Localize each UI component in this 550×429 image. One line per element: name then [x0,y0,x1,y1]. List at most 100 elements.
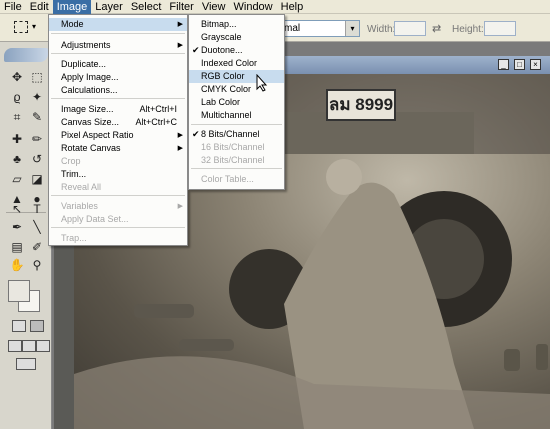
image-menu-item-duplicate[interactable]: Duplicate... [49,58,187,71]
style-select-value: mal [284,23,301,34]
menu-item-label: Bitmap... [201,19,237,29]
lasso-tool-icon[interactable]: ϱ [8,88,26,106]
menu-item-label: Duplicate... [61,59,107,69]
mode-menu-item-grayscale[interactable]: Grayscale [189,31,284,44]
screen-mode-3-icon[interactable] [36,340,50,352]
image-menu-item-mode[interactable]: Mode ▶ [49,18,187,31]
menu-item-label: Reveal All [61,182,102,192]
menu-item-label: Trap... [61,233,87,243]
width-field[interactable] [394,21,426,36]
path-select-icon[interactable]: ↖ [8,200,26,218]
menu-view[interactable]: View [198,0,230,14]
mode-menu-item-rgb-color[interactable]: RGB Color [189,70,284,83]
submenu-arrow-icon: ▶ [177,145,183,152]
move-tool-icon[interactable]: ✥ [8,68,26,86]
image-menu-item-pixel-aspect-ratio[interactable]: Pixel Aspect Ratio ▶ [49,129,187,142]
standard-mode-icon[interactable] [12,320,26,332]
menu-window[interactable]: Window [230,0,277,14]
menu-item-shortcut: Alt+Ctrl+C [135,117,177,127]
image-menu-item-image-size[interactable]: Image Size... Alt+Ctrl+I [49,103,187,116]
mode-menu-item-8-bits-channel[interactable]: ✔ 8 Bits/Channel [189,128,284,141]
image-menu-item-calculations[interactable]: Calculations... [49,84,187,97]
foreground-color-swatch[interactable] [8,280,30,302]
mode-menu-item-cmyk-color[interactable]: CMYK Color [189,83,284,96]
menu-item-label: Pixel Aspect Ratio [61,130,134,140]
quick-mask-icon[interactable] [30,320,44,332]
hand-tool-icon[interactable]: ✋ [8,256,26,274]
menu-file[interactable]: File [0,0,26,14]
height-field[interactable] [484,21,516,36]
eyedropper-icon[interactable]: ✐ [28,238,46,256]
swap-icon[interactable]: ⇄ [432,22,441,35]
maximize-icon[interactable]: □ [514,59,525,70]
menu-item-label: Image Size... [61,104,114,114]
style-select[interactable]: mal ▾ [280,20,360,37]
menu-separator [191,124,282,125]
marquee-tool-icon[interactable]: ⬚ [28,68,46,86]
mode-menu-item-lab-color[interactable]: Lab Color [189,96,284,109]
notes-tool-icon[interactable]: ▤ [8,238,26,256]
mode-menu-item-16-bits-channel: 16 Bits/Channel [189,141,284,154]
menu-image[interactable]: Image [52,0,92,14]
brush-tool-icon[interactable]: ✏ [28,130,46,148]
menu-item-label: Mode [61,19,84,29]
toolbox: ✥ ⬚ ϱ ✦ ⌗ ✎ ✚ ✏ ♣ ↺ ▱ ◪ ▲ ● ↖ T ✒ ╲ ▤ ✐ … [0,42,52,429]
menu-item-label: Multichannel [201,110,252,120]
menu-item-label: 8 Bits/Channel [201,129,260,139]
image-menu-item-variables: Variables ▶ [49,200,187,213]
line-tool-icon[interactable]: ╲ [28,218,46,236]
rect-marquee-icon[interactable] [14,21,28,33]
menu-separator [51,195,185,196]
image-menu-item-apply-data-set: Apply Data Set... [49,213,187,226]
menu-item-label: CMYK Color [201,84,252,94]
menu-item-label: Crop [61,156,81,166]
image-menu-item-trim[interactable]: Trim... [49,168,187,181]
image-menu-item-crop: Crop [49,155,187,168]
menu-item-label: 32 Bits/Channel [201,155,265,165]
jump-to-imageready-icon[interactable] [16,358,36,370]
submenu-arrow-icon: ▶ [177,42,183,49]
image-menu-item-canvas-size[interactable]: Canvas Size... Alt+Ctrl+C [49,116,187,129]
chevron-down-icon[interactable]: ▾ [345,21,359,36]
menu-edit[interactable]: Edit [26,0,53,14]
menu-filter[interactable]: Filter [165,0,197,14]
mode-menu-item-indexed-color[interactable]: Indexed Color [189,57,284,70]
history-brush-icon[interactable]: ↺ [28,150,46,168]
menu-item-label: Canvas Size... [61,117,120,127]
zoom-tool-icon[interactable]: ⚲ [28,256,46,274]
magic-wand-icon[interactable]: ✦ [28,88,46,106]
menu-layer[interactable]: Layer [91,0,127,14]
image-menu-item-adjustments[interactable]: Adjustments ▶ [49,39,187,52]
close-icon[interactable]: × [530,59,541,70]
clone-stamp-icon[interactable]: ♣ [8,150,26,168]
image-menu-item-rotate-canvas[interactable]: Rotate Canvas ▶ [49,142,187,155]
tool-preset-arrow-icon[interactable]: ▾ [32,22,36,31]
mode-menu-item-bitmap[interactable]: Bitmap... [189,18,284,31]
menu-separator [51,98,185,99]
crop-tool-icon[interactable]: ⌗ [8,108,26,126]
screen-mode-1-icon[interactable] [8,340,22,352]
menu-select[interactable]: Select [127,0,166,14]
menu-help[interactable]: Help [277,0,308,14]
submenu-arrow-icon: ▶ [177,132,183,139]
submenu-arrow-icon: ▶ [177,21,183,28]
mode-menu-item-duotone[interactable]: ✔ Duotone... [189,44,284,57]
menu-item-label: Indexed Color [201,58,258,68]
pen-tool-icon[interactable]: ✒ [8,218,26,236]
mode-menu-item-multichannel[interactable]: Multichannel [189,109,284,122]
minimize-icon[interactable]: _ [498,59,509,70]
image-menu-item-apply-image[interactable]: Apply Image... [49,71,187,84]
menu-item-shortcut: Alt+Ctrl+I [139,104,177,114]
slice-tool-icon[interactable]: ✎ [28,108,46,126]
healing-brush-icon[interactable]: ✚ [8,130,26,148]
image-menu-item-trap: Trap... [49,232,187,245]
paint-bucket-icon[interactable]: ◪ [28,170,46,188]
menu-item-label: RGB Color [201,71,245,81]
submenu-arrow-icon: ▶ [177,203,183,210]
menu-separator [51,53,185,54]
screen-mode-2-icon[interactable] [22,340,36,352]
type-tool-icon[interactable]: T [28,200,46,218]
eraser-tool-icon[interactable]: ▱ [8,170,26,188]
mode-submenu: Bitmap... Grayscale ✔ Duotone... Indexed Col… [188,14,285,190]
menu-item-label: Rotate Canvas [61,143,121,153]
